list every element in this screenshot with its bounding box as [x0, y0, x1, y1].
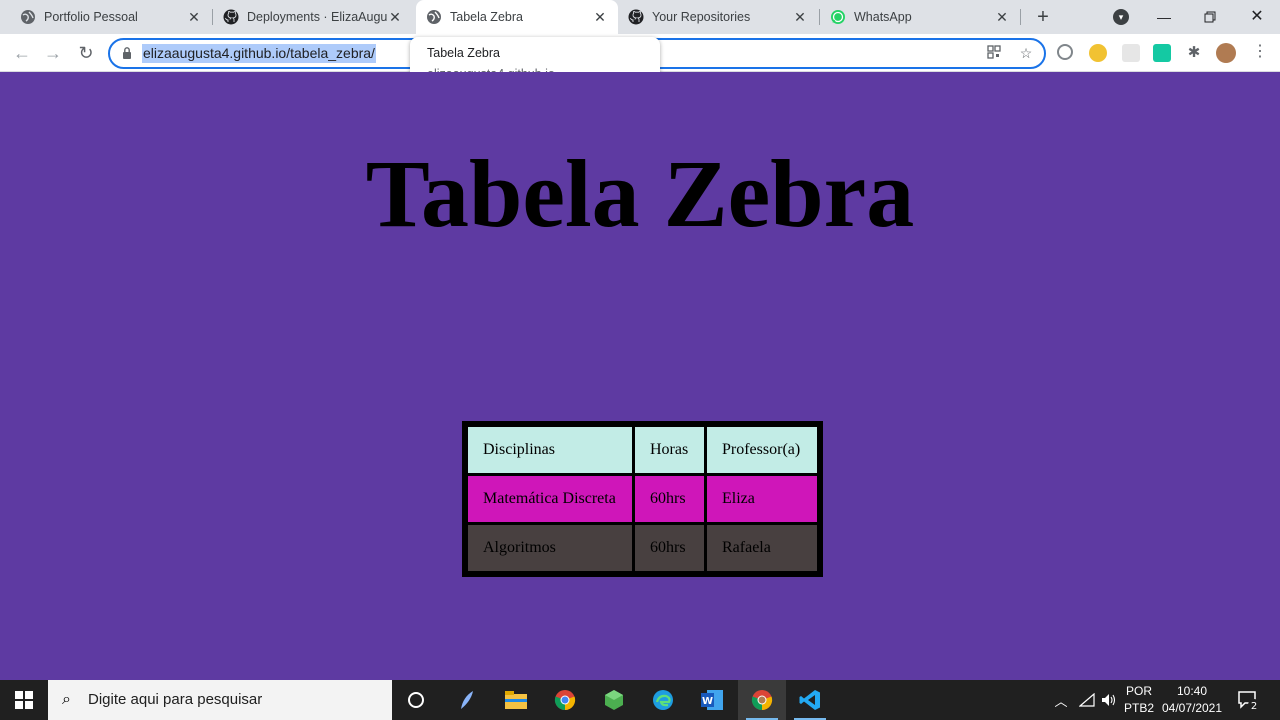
keyboard-layout: PTB2 — [1123, 701, 1154, 715]
table-cell: Rafaela — [707, 525, 817, 571]
tab-portfolio-pessoal[interactable]: Portfolio Pessoal ✕ — [0, 0, 212, 34]
close-icon[interactable]: ✕ — [387, 9, 403, 25]
action-center-icon[interactable]: 2 — [1236, 688, 1260, 712]
close-icon[interactable]: ✕ — [186, 9, 202, 25]
qr-code-icon[interactable] — [986, 45, 1002, 61]
tab-divider — [1020, 9, 1021, 25]
restore-icon[interactable] — [1200, 7, 1220, 27]
window-close-icon[interactable]: ✕ — [1247, 7, 1267, 27]
tab-tabela-zebra[interactable]: Tabela Zebra ✕ — [416, 0, 618, 34]
table-header-cell: Horas — [635, 427, 704, 473]
back-arrow-icon[interactable]: ← — [12, 43, 32, 63]
globe-icon — [21, 10, 35, 24]
tab-strip: Portfolio Pessoal ✕ Deployments · ElizaA… — [0, 0, 1280, 34]
table-cell: Eliza — [707, 476, 817, 522]
profile-avatar[interactable] — [1216, 43, 1236, 63]
tab-whatsapp[interactable]: WhatsApp ✕ — [820, 0, 1020, 34]
cortana-icon[interactable] — [392, 680, 440, 720]
input-language[interactable]: POR PTB2 — [1122, 683, 1156, 717]
globe-icon — [427, 10, 441, 24]
clock-date: 04/07/2021 — [1161, 701, 1223, 715]
word-icon[interactable]: W — [688, 680, 736, 720]
tab-your-repositories[interactable]: Your Repositories ✕ — [618, 0, 818, 34]
table-cell: Algoritmos — [468, 525, 632, 571]
chrome-icon[interactable] — [541, 680, 589, 720]
tab-search-chevron-icon[interactable]: ▾ — [1113, 9, 1129, 25]
table-header-cell: Professor(a) — [707, 427, 817, 473]
whatsapp-icon — [831, 10, 845, 24]
close-icon[interactable]: ✕ — [592, 9, 608, 25]
reload-icon[interactable]: ↻ — [76, 43, 96, 63]
taskbar-search-input[interactable]: ⌕ Digite aqui para pesquisar — [48, 680, 392, 720]
svg-text:W: W — [702, 696, 713, 707]
chrome-menu-icon[interactable]: ⋮ — [1252, 42, 1268, 62]
show-hidden-icons-chevron-icon[interactable]: ︿ — [1052, 680, 1070, 720]
chrome-active-icon[interactable] — [738, 680, 786, 720]
language-code: POR — [1125, 684, 1152, 698]
network-icon[interactable] — [1078, 680, 1096, 720]
url-text[interactable]: elizaaugusta4.github.io/tabela_zebra/ — [142, 44, 376, 63]
windows-taskbar: ⌕ Digite aqui para pesquisar W ︿ POR PTB… — [0, 680, 1280, 720]
file-explorer-icon[interactable] — [492, 680, 540, 720]
bookmark-star-icon[interactable]: ☆ — [1018, 45, 1034, 61]
page-content: Tabela Zebra Disciplinas Horas Professor… — [0, 72, 1280, 680]
github-icon — [628, 9, 644, 25]
tab-title: Deployments · ElizaAugusta4 — [247, 10, 387, 24]
zebra-table: Disciplinas Horas Professor(a) Matemátic… — [462, 421, 823, 577]
github-icon — [223, 9, 239, 25]
close-icon[interactable]: ✕ — [994, 9, 1010, 25]
feather-app-icon[interactable] — [443, 680, 491, 720]
tab-deployments[interactable]: Deployments · ElizaAugusta4 ✕ — [213, 0, 413, 34]
search-placeholder: Digite aqui para pesquisar — [88, 691, 263, 708]
minimize-icon[interactable]: — — [1154, 7, 1174, 27]
table-header-cell: Disciplinas — [468, 427, 632, 473]
notification-count: 2 — [1251, 701, 1257, 712]
windows-start-icon[interactable] — [0, 680, 48, 720]
close-icon[interactable]: ✕ — [792, 9, 808, 25]
table-row: Matemática Discreta 60hrs Eliza — [468, 476, 817, 522]
vscode-icon[interactable] — [786, 680, 834, 720]
extension-owl-icon[interactable] — [1089, 44, 1107, 62]
system-clock[interactable]: 10:40 04/07/2021 — [1160, 683, 1224, 717]
extension-circle-icon[interactable] — [1057, 44, 1073, 60]
tab-title: Portfolio Pessoal — [44, 10, 138, 24]
table-cell: 60hrs — [635, 525, 704, 571]
forward-arrow-icon[interactable]: → — [43, 43, 63, 63]
page-title: Tabela Zebra — [365, 140, 915, 247]
table-cell: 60hrs — [635, 476, 704, 522]
table-row: Algoritmos 60hrs Rafaela — [468, 525, 817, 571]
extension-eyedropper-icon[interactable] — [1122, 44, 1140, 62]
extensions-puzzle-icon[interactable]: ✱ — [1185, 44, 1203, 62]
green-cube-app-icon[interactable] — [590, 680, 638, 720]
search-icon: ⌕ — [62, 691, 71, 708]
tab-title: WhatsApp — [854, 10, 912, 24]
hover-card-title: Tabela Zebra — [427, 46, 500, 60]
table-header-row: Disciplinas Horas Professor(a) — [468, 427, 817, 473]
volume-icon[interactable] — [1100, 680, 1118, 720]
tab-title: Your Repositories — [652, 10, 751, 24]
table-cell: Matemática Discreta — [468, 476, 632, 522]
tab-title: Tabela Zebra — [450, 10, 523, 24]
lock-icon[interactable] — [122, 46, 132, 60]
clock-time: 10:40 — [1176, 684, 1208, 698]
extension-green-icon[interactable] — [1153, 44, 1171, 62]
new-tab-plus-icon[interactable]: + — [1033, 7, 1053, 27]
edge-icon[interactable] — [639, 680, 687, 720]
